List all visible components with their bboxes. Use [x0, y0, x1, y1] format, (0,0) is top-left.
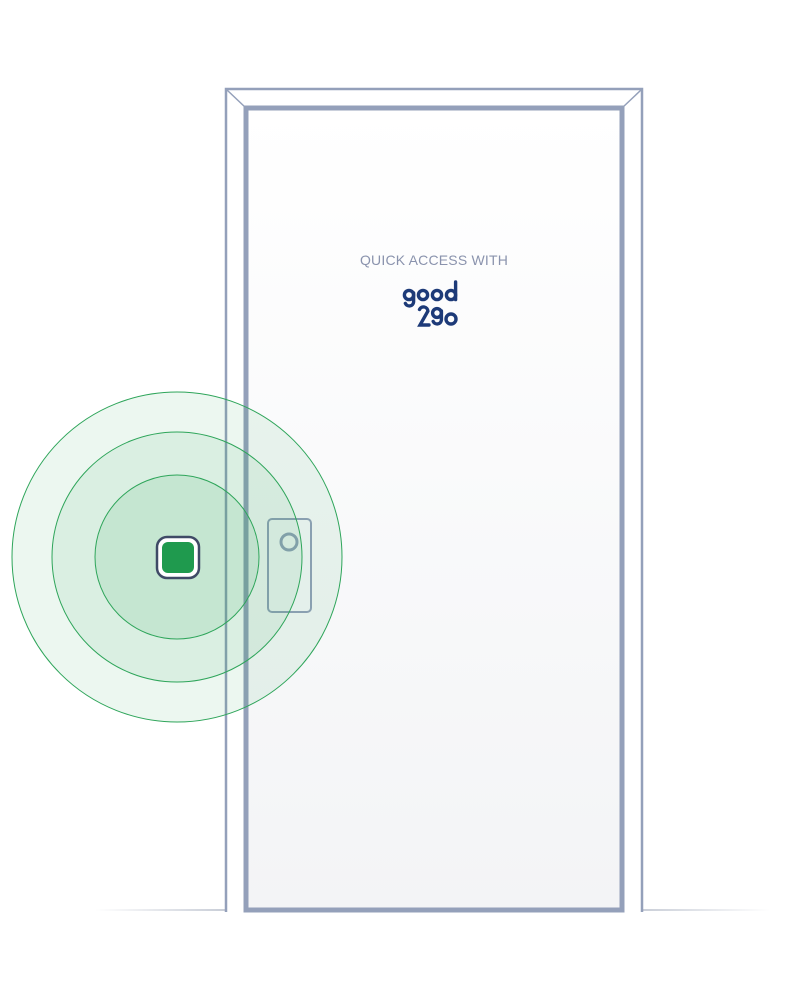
door-scene	[11, 87, 770, 913]
quick-access-caption: QUICK ACCESS WITH	[359, 252, 509, 268]
key-fob-icon[interactable]	[155, 535, 201, 580]
